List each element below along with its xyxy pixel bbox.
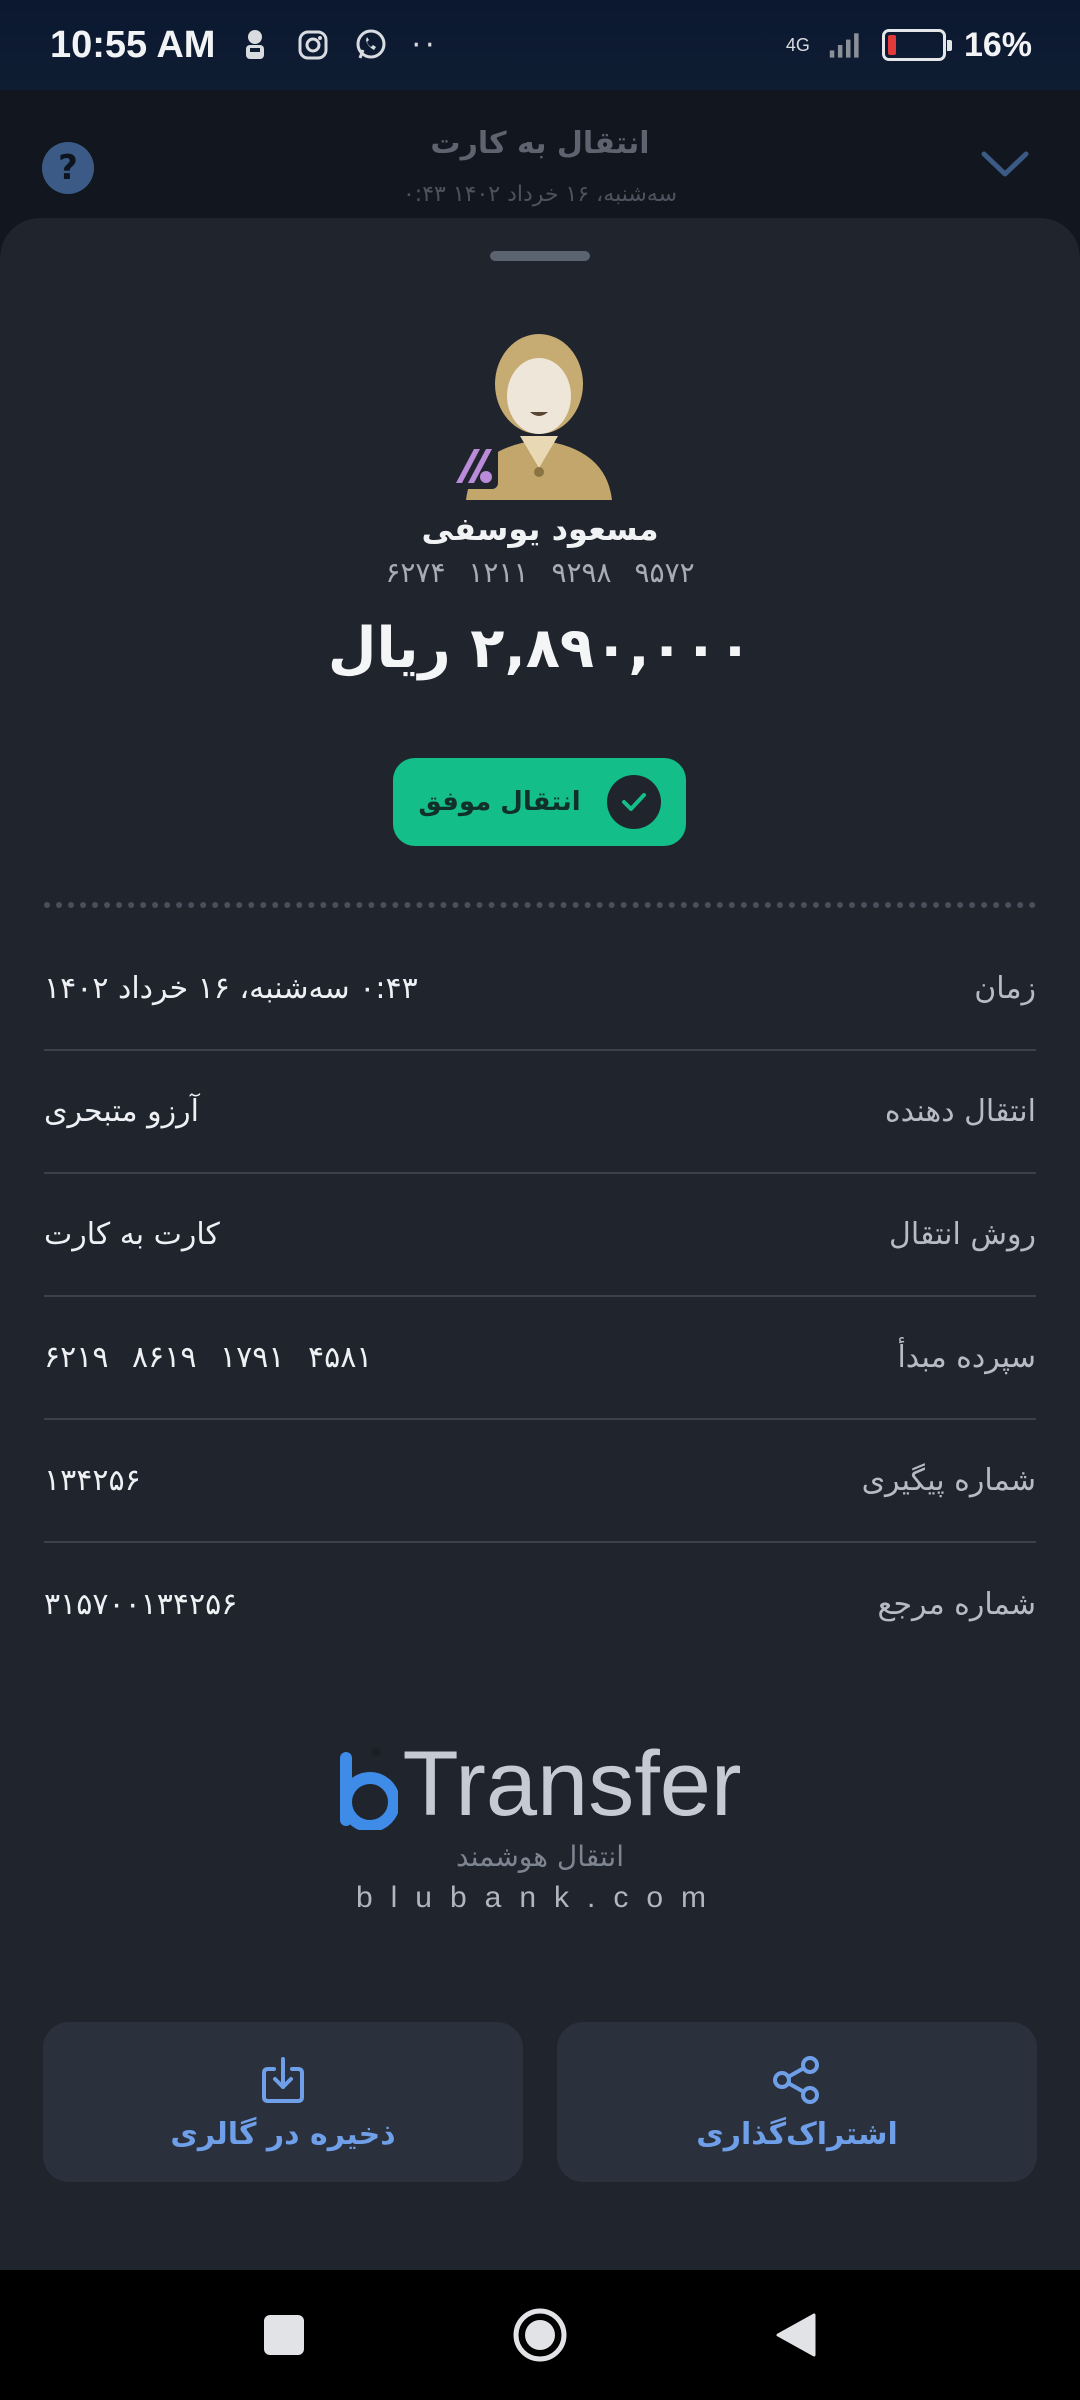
- detail-label: سپرده مبدأ: [897, 1340, 1036, 1375]
- status-bar-right: 4G 16%: [786, 26, 1032, 65]
- brand-footer: Transfer انتقال هوشمند blubank.com: [0, 1738, 1080, 1915]
- notification-app-icon: [237, 27, 273, 63]
- detail-value: ۶۲۱۹ ۸۶۱۹ ۱۷۹۱ ۴۵۸۱: [44, 1340, 373, 1375]
- status-time: 10:55 AM: [50, 23, 216, 66]
- receipt-sheet: مسعود یوسفی ۶۲۷۴ ۱۲۱۱ ۹۲۹۸ ۹۵۷۲ ۲,۸۹۰,۰۰…: [0, 218, 1080, 2270]
- detail-row-sender: آرزو متبحری انتقال دهنده: [44, 1051, 1036, 1174]
- detail-label: زمان: [974, 971, 1036, 1006]
- detail-label: روش انتقال: [889, 1217, 1036, 1252]
- check-icon: [606, 775, 661, 829]
- transaction-details: ۰:۴۳ سه‌شنبه، ۱۶ خرداد ۱۴۰۲ زمان آرزو مت…: [44, 928, 1036, 1666]
- save-button-label: ذخیره در گالری: [170, 2116, 396, 2152]
- transfer-amount: ۲,۸۹۰,۰۰۰ ریال: [327, 616, 753, 681]
- battery-percent: 16%: [963, 25, 1032, 64]
- page-subtitle: سه‌شنبه، ۱۶ خرداد ۱۴۰۲ ۰:۴۳: [402, 182, 678, 207]
- home-circle-icon: [513, 2308, 567, 2362]
- dotted-divider: [44, 902, 1036, 908]
- chevron-down-icon[interactable]: [980, 150, 1030, 180]
- sheet-drag-handle[interactable]: [490, 251, 590, 261]
- detail-row-reference-number: ۳۱۵۷۰۰۱۳۴۲۵۶ شماره مرجع: [44, 1543, 1036, 1666]
- recents-button[interactable]: [256, 2307, 312, 2363]
- detail-row-time: ۰:۴۳ سه‌شنبه، ۱۶ خرداد ۱۴۰۲ زمان: [44, 928, 1036, 1051]
- recipient-name: مسعود یوسفی: [421, 510, 659, 548]
- system-nav-bar: [0, 2270, 1080, 2400]
- blu-b-icon: [340, 1747, 399, 1830]
- detail-label: شماره پیگیری: [861, 1463, 1036, 1498]
- status-bar-left: 10:55 AM ··: [50, 24, 439, 67]
- bank-logo-icon: [452, 443, 498, 489]
- save-to-gallery-button[interactable]: ذخیره در گالری: [43, 2022, 523, 2182]
- square-icon: [264, 2315, 304, 2355]
- battery-icon: [881, 29, 952, 61]
- status-bar: 10:55 AM ·· 4G 16%: [0, 0, 1080, 90]
- whatsapp-icon: [353, 27, 389, 63]
- btransfer-logo: Transfer: [338, 1733, 742, 1835]
- share-button[interactable]: اشتراک‌گذاری: [557, 2022, 1037, 2182]
- detail-value: ۱۳۴۲۵۶: [44, 1463, 141, 1498]
- detail-label: انتقال دهنده: [884, 1094, 1036, 1129]
- back-button[interactable]: [768, 2307, 824, 2363]
- detail-row-tracking-number: ۱۳۴۲۵۶ شماره پیگیری: [44, 1420, 1036, 1543]
- instagram-icon: [295, 27, 331, 63]
- detail-row-method: کارت به کارت روش انتقال: [44, 1174, 1036, 1297]
- detail-row-source-account: ۶۲۱۹ ۸۶۱۹ ۱۷۹۱ ۴۵۸۱ سپرده مبدأ: [44, 1297, 1036, 1420]
- detail-label: شماره مرجع: [877, 1587, 1037, 1622]
- status-badge: انتقال موفق: [393, 758, 686, 846]
- home-button[interactable]: [512, 2307, 568, 2363]
- recipient-card-number: ۶۲۷۴ ۱۲۱۱ ۹۲۹۸ ۹۵۷۲: [385, 556, 695, 589]
- status-label: انتقال موفق: [418, 787, 581, 817]
- back-triangle-icon: [776, 2313, 816, 2357]
- detail-value: کارت به کارت: [44, 1217, 220, 1252]
- share-button-label: اشتراک‌گذاری: [696, 2116, 898, 2152]
- detail-value: آرزو متبحری: [44, 1094, 199, 1129]
- brand-url: blubank.com: [355, 1881, 725, 1914]
- download-icon: [262, 2056, 304, 2103]
- signal-icon: [828, 27, 864, 63]
- brand-name: Transfer: [402, 1733, 742, 1835]
- detail-value: ۳۱۵۷۰۰۱۳۴۲۵۶: [44, 1587, 238, 1622]
- detail-value: ۰:۴۳ سه‌شنبه، ۱۶ خرداد ۱۴۰۲: [44, 971, 418, 1006]
- battery-fill: [887, 35, 897, 55]
- brand-tagline: انتقال هوشمند: [456, 1840, 624, 1873]
- network-type: 4G: [785, 35, 810, 55]
- page-title: انتقال به کارت: [430, 126, 650, 161]
- share-icon: [773, 2055, 819, 2104]
- more-notifications-icon: ··: [411, 27, 439, 63]
